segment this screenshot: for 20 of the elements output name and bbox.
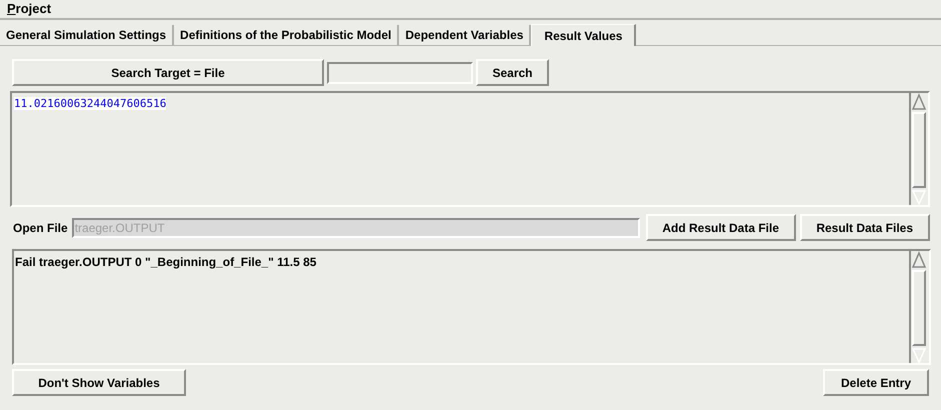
- tab[interactable]: Definitions of the Probabilistic Model: [174, 25, 400, 45]
- scrollbar[interactable]: [909, 251, 927, 363]
- open-file-label: Open File: [13, 220, 68, 236]
- scroll-up-icon[interactable]: [911, 251, 927, 269]
- search-button[interactable]: Search: [476, 59, 549, 86]
- delete-entry-button[interactable]: Delete Entry: [823, 369, 929, 396]
- scroll-up-icon[interactable]: [911, 93, 927, 111]
- dont-show-variables-button[interactable]: Don't Show Variables: [12, 369, 186, 396]
- tab[interactable]: Result Values: [531, 24, 636, 46]
- add-result-data-file-button[interactable]: Add Result Data File: [646, 214, 796, 241]
- entries-text-area[interactable]: Fail traeger.OUTPUT 0 "_Beginning_of_File_" 11.5 85: [12, 249, 931, 365]
- result-data-files-button[interactable]: Result Data Files: [800, 214, 930, 241]
- result-value: 11.02160063244047606516: [14, 97, 166, 110]
- scrollbar[interactable]: [909, 93, 927, 205]
- entry-line: Fail traeger.OUTPUT 0 "_Beginning_of_File_" 11.5 85: [15, 255, 316, 269]
- search-field[interactable]: [327, 62, 473, 84]
- tab[interactable]: General Simulation Settings: [0, 25, 174, 45]
- search-target-button[interactable]: Search Target = File: [12, 59, 324, 86]
- menu-item[interactable]: Project: [7, 0, 52, 19]
- result-text-area[interactable]: 11.02160063244047606516: [10, 91, 930, 207]
